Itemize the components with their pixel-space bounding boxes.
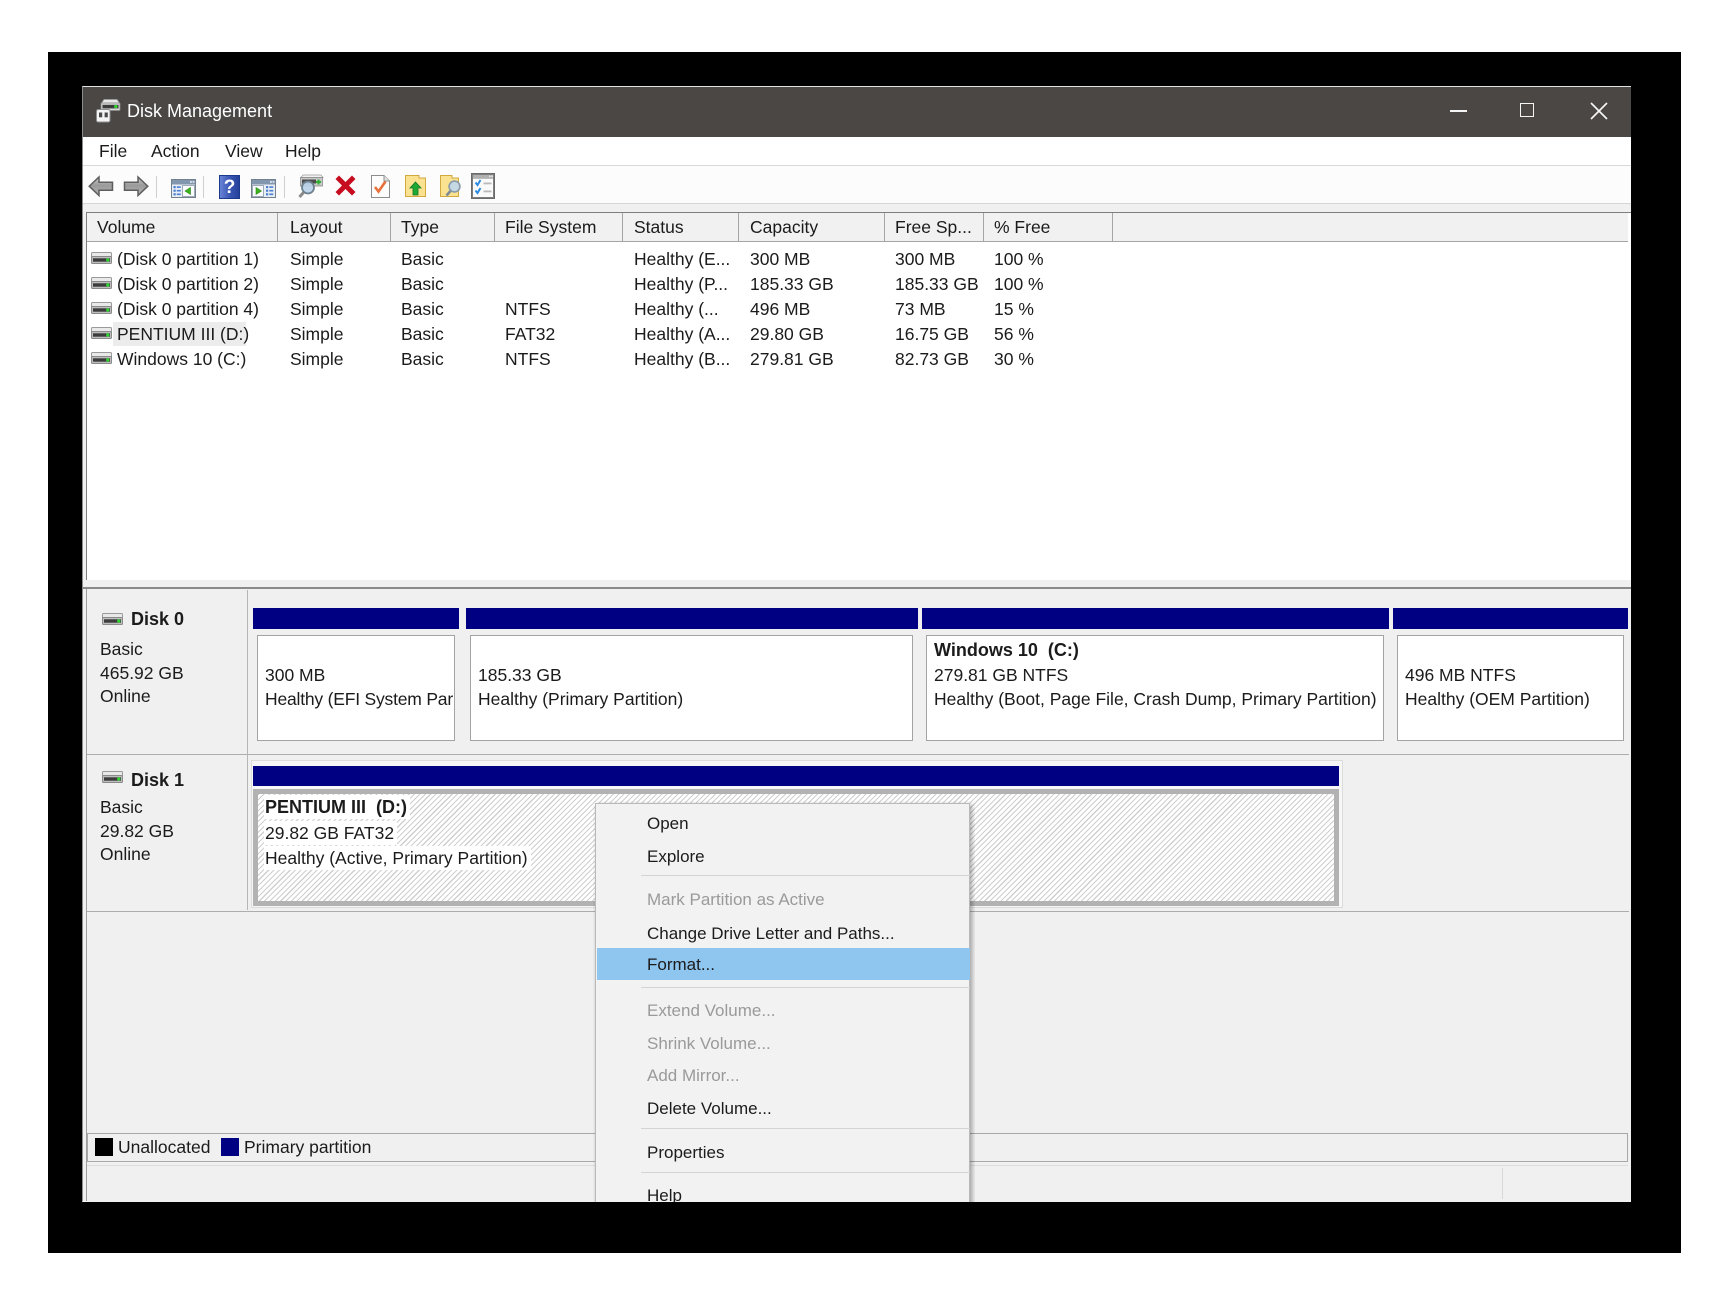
svg-text:?: ?	[224, 177, 236, 198]
